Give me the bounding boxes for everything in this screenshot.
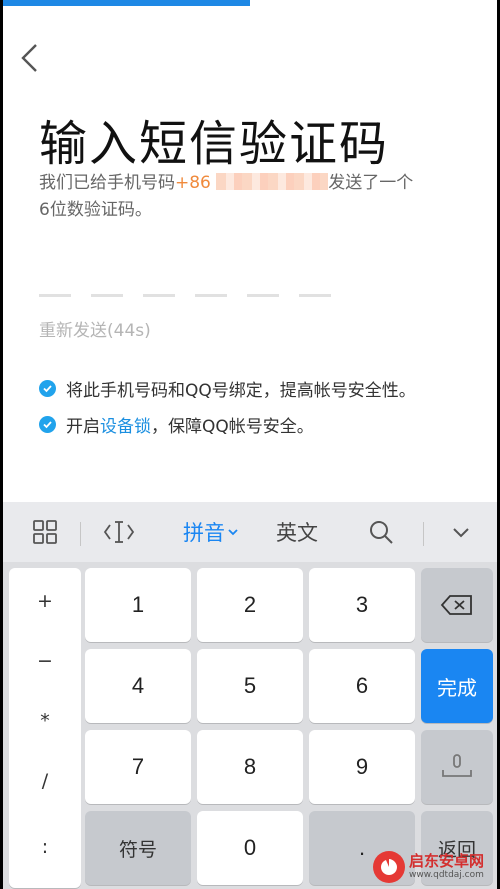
pinyin-label: 拼音 — [183, 521, 225, 545]
key-2[interactable]: 2 — [197, 568, 303, 642]
backspace-key[interactable] — [421, 568, 493, 642]
progress-bar-fill — [3, 0, 250, 6]
symbol-key[interactable]: : — [9, 836, 81, 858]
key-4[interactable]: 4 — [85, 649, 191, 723]
key-6[interactable]: 6 — [309, 649, 415, 723]
key-8[interactable]: 8 — [197, 730, 303, 804]
voice-input-key[interactable] — [421, 730, 493, 804]
symbol-key[interactable]: 符号 — [85, 811, 191, 885]
microphone-icon — [442, 754, 472, 777]
masked-phone-number — [216, 173, 329, 190]
info-item-bind-phone[interactable]: 将此手机号码和QQ号绑定，提高帐号安全性。 — [39, 376, 416, 401]
collapse-keyboard-icon[interactable] — [443, 502, 479, 562]
toolbar-divider — [80, 522, 81, 546]
screen: 输入短信验证码 我们已给手机号码+86 发送了一个 6位数验证码。 重新发送(4… — [3, 0, 497, 889]
key-0[interactable]: 0 — [197, 811, 303, 885]
resend-button[interactable]: 重新发送(44s) — [39, 316, 151, 341]
english-mode-button[interactable]: 英文 — [267, 502, 327, 562]
key-7[interactable]: 7 — [85, 730, 191, 804]
description-line2: 6位数验证码。 — [39, 200, 152, 220]
symbol-key[interactable]: − — [9, 650, 81, 672]
pinyin-mode-button[interactable]: 拼音 — [175, 502, 247, 562]
done-key[interactable]: 完成 — [421, 649, 493, 723]
code-slot[interactable] — [299, 294, 331, 297]
cursor-move-icon[interactable] — [97, 502, 141, 562]
key-1[interactable]: 1 — [85, 568, 191, 642]
page-title: 输入短信验证码 — [39, 116, 390, 172]
info-item-device-lock[interactable]: 开启 设备锁 ，保障QQ帐号安全。 — [39, 412, 314, 437]
symbol-key[interactable]: / — [9, 770, 81, 792]
progress-bar — [3, 0, 497, 6]
chevron-down-icon — [228, 529, 238, 536]
grid-menu-icon[interactable] — [25, 502, 65, 562]
code-slot[interactable] — [91, 294, 123, 297]
description-prefix: 我们已给手机号码 — [39, 173, 175, 193]
symbol-key[interactable]: + — [9, 590, 81, 612]
search-icon[interactable] — [363, 502, 399, 562]
toolbar-divider — [423, 522, 424, 546]
code-slot[interactable] — [39, 294, 71, 297]
key-5[interactable]: 5 — [197, 649, 303, 723]
watermark-title: 启东安卓网 — [409, 852, 485, 870]
chevron-left-icon — [21, 44, 37, 72]
symbol-column[interactable]: + − * / : — [9, 568, 81, 888]
keyboard-toolbar: 拼音 英文 — [3, 502, 497, 562]
watermark-url: www.qdtdaj.com — [409, 870, 484, 880]
code-slot[interactable] — [143, 294, 175, 297]
watermark: 启东安卓网 www.qdtdaj.com — [373, 845, 497, 889]
keyboard: 拼音 英文 + − * / : 1 2 3 4 5 6 完成 7 8 9 符号 … — [3, 502, 497, 889]
description-suffix: 发送了一个 — [328, 173, 414, 193]
info-text-suffix: ，保障QQ帐号安全。 — [151, 417, 314, 437]
info-text: 将此手机号码和QQ号绑定，提高帐号安全性。 — [66, 381, 416, 401]
code-slot[interactable] — [195, 294, 227, 297]
code-input[interactable] — [39, 294, 331, 297]
watermark-logo-icon — [373, 851, 405, 883]
backspace-icon — [440, 595, 472, 615]
code-slot[interactable] — [247, 294, 279, 297]
description: 我们已给手机号码+86 发送了一个 6位数验证码。 — [39, 170, 479, 224]
key-9[interactable]: 9 — [309, 730, 415, 804]
symbol-key[interactable]: * — [9, 710, 81, 732]
country-code: +86 — [175, 173, 211, 193]
back-button[interactable] — [11, 38, 47, 78]
key-3[interactable]: 3 — [309, 568, 415, 642]
device-lock-link[interactable]: 设备锁 — [100, 412, 151, 437]
check-icon — [39, 416, 56, 433]
check-icon — [39, 380, 56, 397]
info-text-prefix: 开启 — [66, 417, 100, 437]
